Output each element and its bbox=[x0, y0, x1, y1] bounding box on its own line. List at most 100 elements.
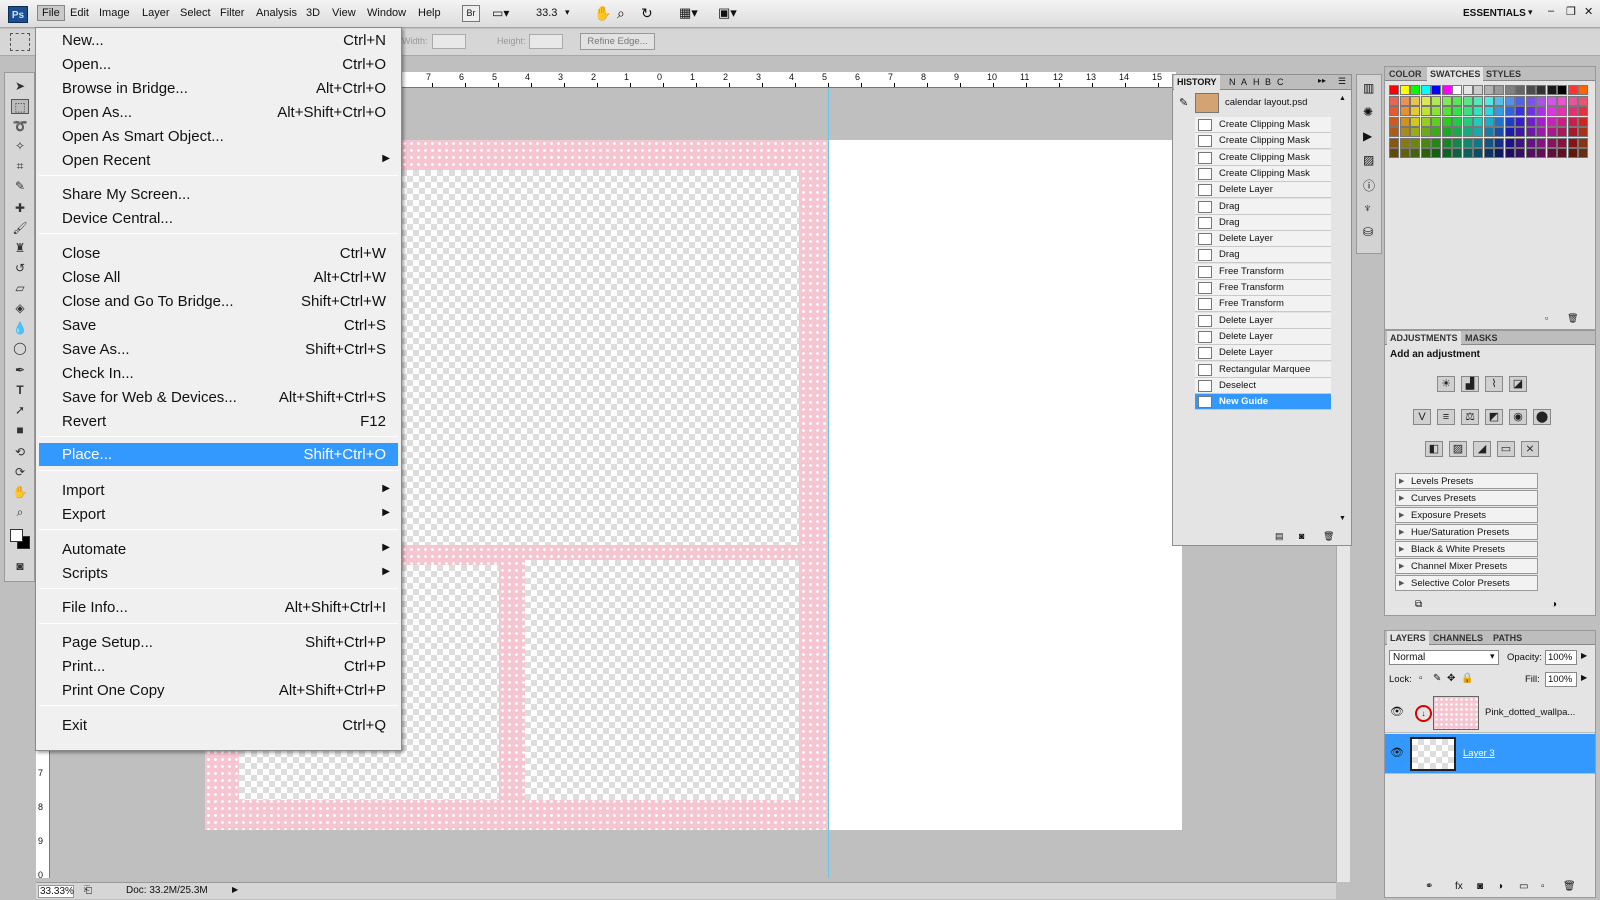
color-swatch[interactable] bbox=[1473, 127, 1483, 137]
color-swatch[interactable] bbox=[1546, 85, 1557, 95]
vibrance-icon[interactable]: V bbox=[1413, 409, 1431, 425]
menu-analysis[interactable]: Analysis bbox=[256, 7, 297, 19]
color-swatch[interactable] bbox=[1483, 116, 1494, 127]
new-group-icon[interactable]: ▭ bbox=[1519, 881, 1528, 892]
color-swatch[interactable] bbox=[1578, 148, 1588, 158]
history-step[interactable]: Free Transform bbox=[1195, 280, 1331, 296]
menu-filter[interactable]: Filter bbox=[220, 7, 244, 19]
menu-save-as[interactable]: Save As... Shift+Ctrl+S bbox=[39, 338, 398, 361]
color-swatch[interactable] bbox=[1515, 95, 1525, 106]
color-swatch[interactable] bbox=[1567, 127, 1578, 137]
color-swatch[interactable] bbox=[1452, 95, 1462, 106]
color-swatch[interactable] bbox=[1557, 85, 1567, 95]
tab-paths[interactable]: PATHS bbox=[1493, 633, 1522, 643]
history-step[interactable]: Create Clipping Mask bbox=[1195, 117, 1331, 133]
color-swatch[interactable] bbox=[1515, 106, 1525, 116]
color-swatch[interactable] bbox=[1567, 85, 1578, 95]
color-swatch[interactable] bbox=[1483, 148, 1494, 158]
hand-tool-icon[interactable]: ✋ bbox=[594, 5, 611, 22]
menu-automate[interactable]: Automate ▶ bbox=[39, 538, 398, 561]
layer-row[interactable]: 👁 ↓ Pink_dotted_wallpa... bbox=[1385, 693, 1595, 733]
color-swatch[interactable] bbox=[1462, 95, 1473, 106]
blur-tool-icon[interactable]: 💧 bbox=[11, 321, 29, 336]
color-swatch[interactable] bbox=[1483, 85, 1494, 95]
menu-revert[interactable]: Revert F12 bbox=[39, 410, 398, 433]
color-swatch[interactable] bbox=[1410, 106, 1420, 116]
color-swatch[interactable] bbox=[1462, 85, 1473, 95]
color-swatch[interactable] bbox=[1578, 116, 1588, 127]
color-swatch[interactable] bbox=[1410, 85, 1420, 95]
tab-color[interactable]: COLOR bbox=[1389, 69, 1422, 79]
menu-close-all[interactable]: Close All Alt+Ctrl+W bbox=[39, 266, 398, 289]
color-swatch[interactable] bbox=[1431, 148, 1441, 158]
color-swatch[interactable] bbox=[1557, 127, 1567, 137]
menu-export[interactable]: Export ▶ bbox=[39, 503, 398, 526]
color-swatch[interactable] bbox=[1578, 137, 1588, 148]
color-swatch[interactable] bbox=[1504, 137, 1515, 148]
color-swatch[interactable] bbox=[1389, 106, 1399, 116]
close-icon[interactable]: ✕ bbox=[1584, 5, 1593, 18]
color-swatch[interactable] bbox=[1557, 95, 1567, 106]
menu-open-recent[interactable]: Open Recent ▶ bbox=[39, 149, 398, 172]
actions-icon[interactable]: ▶ bbox=[1363, 129, 1372, 143]
color-swatch[interactable] bbox=[1389, 116, 1399, 127]
history-brush-source-icon[interactable]: ✎ bbox=[1179, 96, 1188, 109]
menu-layer[interactable]: Layer bbox=[142, 7, 170, 19]
eye-icon[interactable]: 👁 bbox=[1390, 746, 1404, 759]
tab-clone-source[interactable]: C bbox=[1277, 77, 1284, 87]
new-adjustment-icon[interactable]: ◑ bbox=[1497, 881, 1503, 892]
color-swatch[interactable] bbox=[1567, 106, 1578, 116]
color-swatch[interactable] bbox=[1420, 148, 1431, 158]
color-swatch[interactable] bbox=[1452, 137, 1462, 148]
color-swatch[interactable] bbox=[1389, 137, 1399, 148]
color-swatch[interactable] bbox=[1494, 148, 1504, 158]
color-swatch[interactable] bbox=[1389, 148, 1399, 158]
color-swatch[interactable] bbox=[1431, 127, 1441, 137]
menu-print-one-copy[interactable]: Print One Copy Alt+Shift+Ctrl+P bbox=[39, 679, 398, 702]
color-swatch[interactable] bbox=[1420, 95, 1431, 106]
color-swatch[interactable] bbox=[1515, 137, 1525, 148]
color-swatch[interactable] bbox=[1578, 127, 1588, 137]
color-swatch[interactable] bbox=[1473, 95, 1483, 106]
color-swatch[interactable] bbox=[1399, 137, 1410, 148]
history-step[interactable]: Drag bbox=[1195, 247, 1331, 264]
zoom-level-select[interactable]: 33.3 bbox=[536, 7, 557, 19]
trash-icon[interactable]: 🗑 bbox=[1563, 881, 1576, 892]
history-step[interactable]: Delete Layer bbox=[1195, 345, 1331, 362]
quick-mask-icon[interactable]: ◙ bbox=[11, 559, 29, 574]
screen-mode-icon[interactable]: ▭▾ bbox=[492, 6, 509, 20]
hue-saturation-icon[interactable]: ≡ bbox=[1437, 409, 1455, 425]
opacity-field[interactable]: 100% bbox=[1545, 650, 1577, 665]
clone-source-icon[interactable]: ♆ bbox=[1363, 201, 1372, 215]
menu-open-as-smart-object[interactable]: Open As Smart Object... bbox=[39, 125, 398, 148]
menu-page-setup[interactable]: Page Setup... Shift+Ctrl+P bbox=[39, 631, 398, 654]
preset-black-white[interactable]: Black & White Presets bbox=[1395, 541, 1538, 557]
refine-edge-button[interactable]: Refine Edge... bbox=[580, 33, 655, 50]
visibility-toggle-icon[interactable]: ◑ bbox=[1551, 599, 1557, 610]
zoom-field[interactable]: 33.33% bbox=[38, 885, 74, 898]
pen-tool-icon[interactable]: ✒ bbox=[11, 363, 29, 378]
tab-adjustments[interactable]: ADJUSTMENTS bbox=[1387, 331, 1461, 345]
preset-levels[interactable]: Levels Presets bbox=[1395, 473, 1538, 489]
color-swatch[interactable] bbox=[1536, 137, 1546, 148]
color-swatch[interactable] bbox=[1567, 95, 1578, 106]
color-swatch[interactable] bbox=[1452, 127, 1462, 137]
color-swatch[interactable] bbox=[1567, 116, 1578, 127]
color-swatch[interactable] bbox=[1399, 127, 1410, 137]
color-swatch[interactable] bbox=[1410, 116, 1420, 127]
tool-presets-icon[interactable]: ⛁ bbox=[1363, 225, 1373, 239]
color-swatch[interactable] bbox=[1483, 106, 1494, 116]
color-swatch[interactable] bbox=[1494, 137, 1504, 148]
color-swatch[interactable] bbox=[1525, 85, 1536, 95]
color-swatch[interactable] bbox=[1389, 127, 1399, 137]
menu-save[interactable]: Save Ctrl+S bbox=[39, 314, 398, 337]
exposure-icon[interactable]: ◪ bbox=[1509, 376, 1527, 392]
color-swatch[interactable] bbox=[1399, 85, 1410, 95]
tab-swatches[interactable]: SWATCHES bbox=[1427, 67, 1484, 81]
invert-icon[interactable]: ◧ bbox=[1425, 441, 1443, 457]
brush-tool-icon[interactable]: 🖌 bbox=[11, 221, 29, 236]
color-swatch[interactable] bbox=[1410, 137, 1420, 148]
color-swatch[interactable] bbox=[1483, 127, 1494, 137]
color-swatch[interactable] bbox=[1441, 137, 1452, 148]
menu-image[interactable]: Image bbox=[99, 7, 130, 19]
